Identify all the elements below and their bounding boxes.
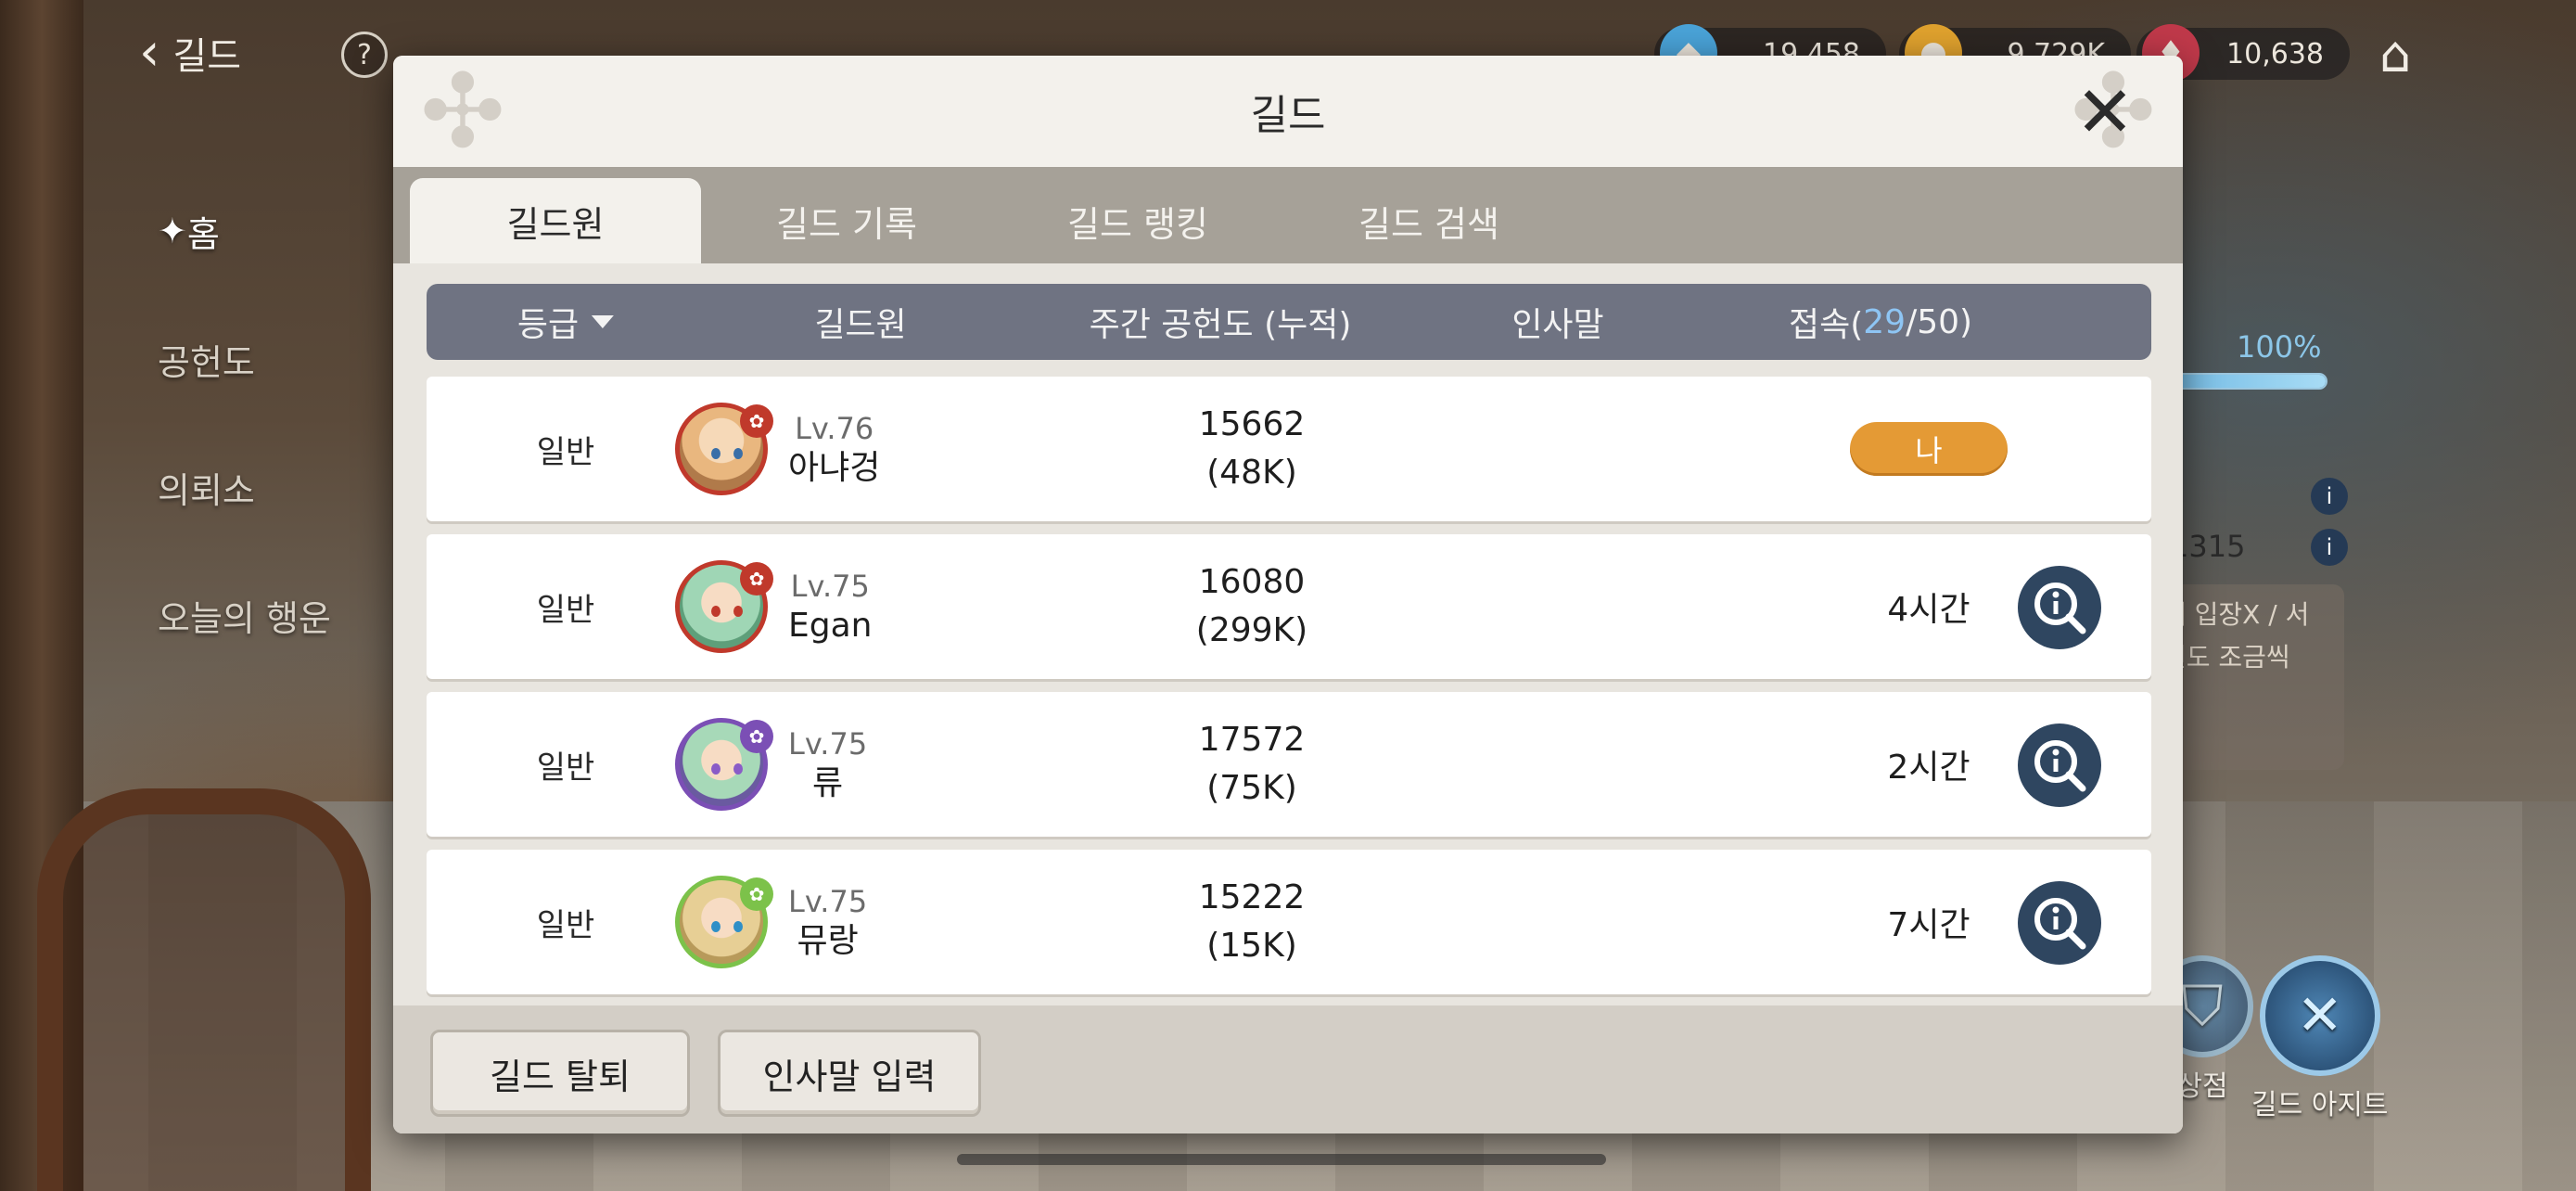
member-cell: Lv.75 뮤랑 (788, 850, 867, 994)
modal-title: 길드 (1250, 92, 1326, 139)
modal-footer: 길드 탈퇴 인사말 입력 (393, 1005, 2183, 1133)
member-level: Lv.75 (788, 726, 868, 762)
side-item-daily-luck[interactable]: 오늘의 행운 (158, 551, 331, 679)
caret-down-icon (592, 315, 615, 328)
modal-header: ✣ 길드 ✣ ✕ (393, 56, 2183, 167)
table-row[interactable]: 일반 ✿ Lv.75 류 17572 (75K) 2시간 (427, 692, 2151, 837)
me-badge: 나 (1850, 422, 2008, 476)
member-level: Lv.76 (795, 411, 874, 446)
contribution-cell: 16080 (299K) (1195, 563, 1308, 649)
member-name: Egan (788, 607, 873, 645)
chevron-left-icon: ‹ (139, 22, 160, 83)
leave-guild-button[interactable]: 길드 탈퇴 (430, 1030, 690, 1117)
home-indicator[interactable] (957, 1154, 1606, 1165)
member-cell: Lv.75 류 (788, 692, 867, 837)
column-grade-sort[interactable]: 등급 (517, 284, 615, 360)
tab-guild-search[interactable]: 길드 검색 (1283, 178, 1575, 263)
member-info-button[interactable] (2018, 724, 2101, 807)
contribution-cell: 15662 (48K) (1198, 405, 1306, 492)
table-row[interactable]: 일반 ✿ Lv.75 뮤랑 15222 (15K) 7시간 (427, 850, 2151, 994)
guild-modal: ✣ 길드 ✣ ✕ 길드원 길드 기록 길드 랭킹 길드 검색 등급 길드원 주간… (393, 56, 2183, 1133)
member-name: 뮤랑 (797, 922, 859, 960)
member-level: Lv.75 (788, 884, 868, 919)
tab-members[interactable]: 길드원 (410, 178, 701, 263)
background-chair (37, 788, 371, 1191)
guild-hideout-icon: ✕ (2259, 955, 2380, 1076)
tab-guild-ranking[interactable]: 길드 랭킹 (992, 178, 1283, 263)
tab-bar: 길드원 길드 기록 길드 랭킹 길드 검색 (393, 167, 2183, 263)
member-name: 류 (812, 764, 844, 802)
members-panel: 등급 길드원 주간 공헌도 (누적) 인사말 접속(29/50) 일반 ✿ Lv… (393, 263, 2183, 1133)
member-cell: Lv.75 Egan (788, 534, 872, 679)
grade-cell: 일반 (536, 591, 595, 629)
column-greeting: 인사말 (1511, 306, 1604, 344)
back-button[interactable]: ‹ 길드 (139, 26, 241, 80)
back-label: 길드 (172, 35, 242, 78)
status-cell: 2시간 (1887, 749, 1970, 787)
grade-cell: 일반 (536, 749, 595, 787)
element-badge-icon: ✿ (740, 404, 773, 438)
element-badge-icon: ✿ (740, 562, 773, 596)
tab-guild-log[interactable]: 길드 기록 (701, 178, 992, 263)
info-icon[interactable]: i (2311, 478, 2348, 515)
table-row[interactable]: 일반 ✿ Lv.76 아냐겅 15662 (48K) 나 (427, 377, 2151, 521)
magnify-info-icon (2034, 740, 2086, 792)
column-online: 접속(29/50) (1788, 302, 1973, 345)
element-badge-icon: ✿ (740, 720, 773, 753)
side-item-home[interactable]: ✦ 홈 (158, 167, 331, 295)
member-info-button[interactable] (2018, 566, 2101, 649)
table-header: 등급 길드원 주간 공헌도 (누적) 인사말 접속(29/50) (427, 284, 2151, 360)
status-cell: 4시간 (1887, 591, 1970, 629)
side-item-requests[interactable]: 의뢰소 (158, 423, 331, 551)
member-name: 아냐겅 (788, 449, 881, 487)
knot-ornament-icon: ✣ (419, 56, 506, 171)
ruby-count: 10,638 (2226, 37, 2324, 70)
guild-hideout-button[interactable]: ✕ 길드 아지트 (2251, 955, 2389, 1122)
home-icon[interactable]: ⌂ (2363, 24, 2428, 83)
table-row[interactable]: 일반 ✿ Lv.75 Egan 16080 (299K) 4시간 (427, 534, 2151, 679)
side-menu: ✦ 홈 공헌도 의뢰소 오늘의 행운 (158, 167, 331, 679)
side-item-contribution[interactable]: 공헌도 (158, 295, 331, 423)
contribution-cell: 15222 (15K) (1198, 878, 1306, 965)
member-level: Lv.75 (790, 569, 870, 604)
magnify-info-icon (2034, 898, 2086, 950)
status-cell: 7시간 (1887, 906, 1970, 944)
column-member: 길드원 (814, 306, 907, 344)
member-info-button[interactable] (2018, 881, 2101, 965)
element-badge-icon: ✿ (740, 877, 773, 911)
member-cell: Lv.76 아냐겅 (788, 377, 880, 521)
grade-cell: 일반 (536, 906, 595, 944)
column-weekly-contribution: 주간 공헌도 (누적) (1089, 306, 1352, 344)
status-cell: 나 (1817, 377, 2040, 521)
grade-cell: 일반 (536, 433, 595, 471)
magnify-info-icon (2034, 583, 2086, 634)
member-list: 일반 ✿ Lv.76 아냐겅 15662 (48K) 나 일반 ✿ Lv.75 … (427, 377, 2151, 1004)
contribution-cell: 17572 (75K) (1198, 721, 1306, 807)
help-icon[interactable]: ? (341, 32, 388, 78)
close-icon[interactable]: ✕ (2070, 70, 2140, 153)
progress-percent: 100% (2237, 329, 2322, 365)
enter-greeting-button[interactable]: 인사말 입력 (718, 1030, 981, 1117)
info-icon[interactable]: i (2311, 529, 2348, 566)
